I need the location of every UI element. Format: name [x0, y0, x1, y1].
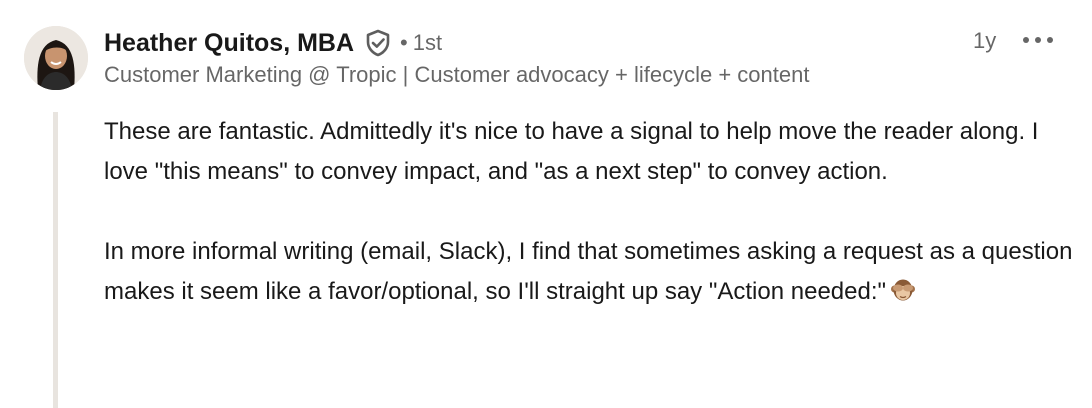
connection-degree: 1st [412, 30, 443, 55]
comment-paragraph-text: In more informal writing (email, Slack),… [104, 238, 1073, 305]
comment-paragraph: In more informal writing (email, Slack),… [104, 232, 1079, 312]
comment-body: These are fantastic. Admittedly it's nic… [104, 112, 1079, 312]
profile-photo [24, 26, 88, 90]
comment-paragraph: These are fantastic. Admittedly it's nic… [104, 118, 1039, 185]
separator-dot: • [400, 30, 408, 55]
comment-header: Heather Quitos, MBA • 1st [104, 26, 442, 60]
more-options-button[interactable] [1018, 26, 1058, 54]
see-no-evil-monkey-emoji-icon [890, 276, 916, 302]
more-options-ellipsis-icon [1023, 37, 1053, 43]
thread-line [53, 112, 58, 408]
author-headline: Customer Marketing @ Tropic | Customer a… [104, 62, 810, 87]
author-avatar[interactable] [24, 26, 88, 90]
verified-shield-icon [364, 29, 392, 57]
comment-timestamp: 1y [973, 28, 997, 53]
author-name[interactable]: Heather Quitos, MBA [104, 29, 354, 58]
